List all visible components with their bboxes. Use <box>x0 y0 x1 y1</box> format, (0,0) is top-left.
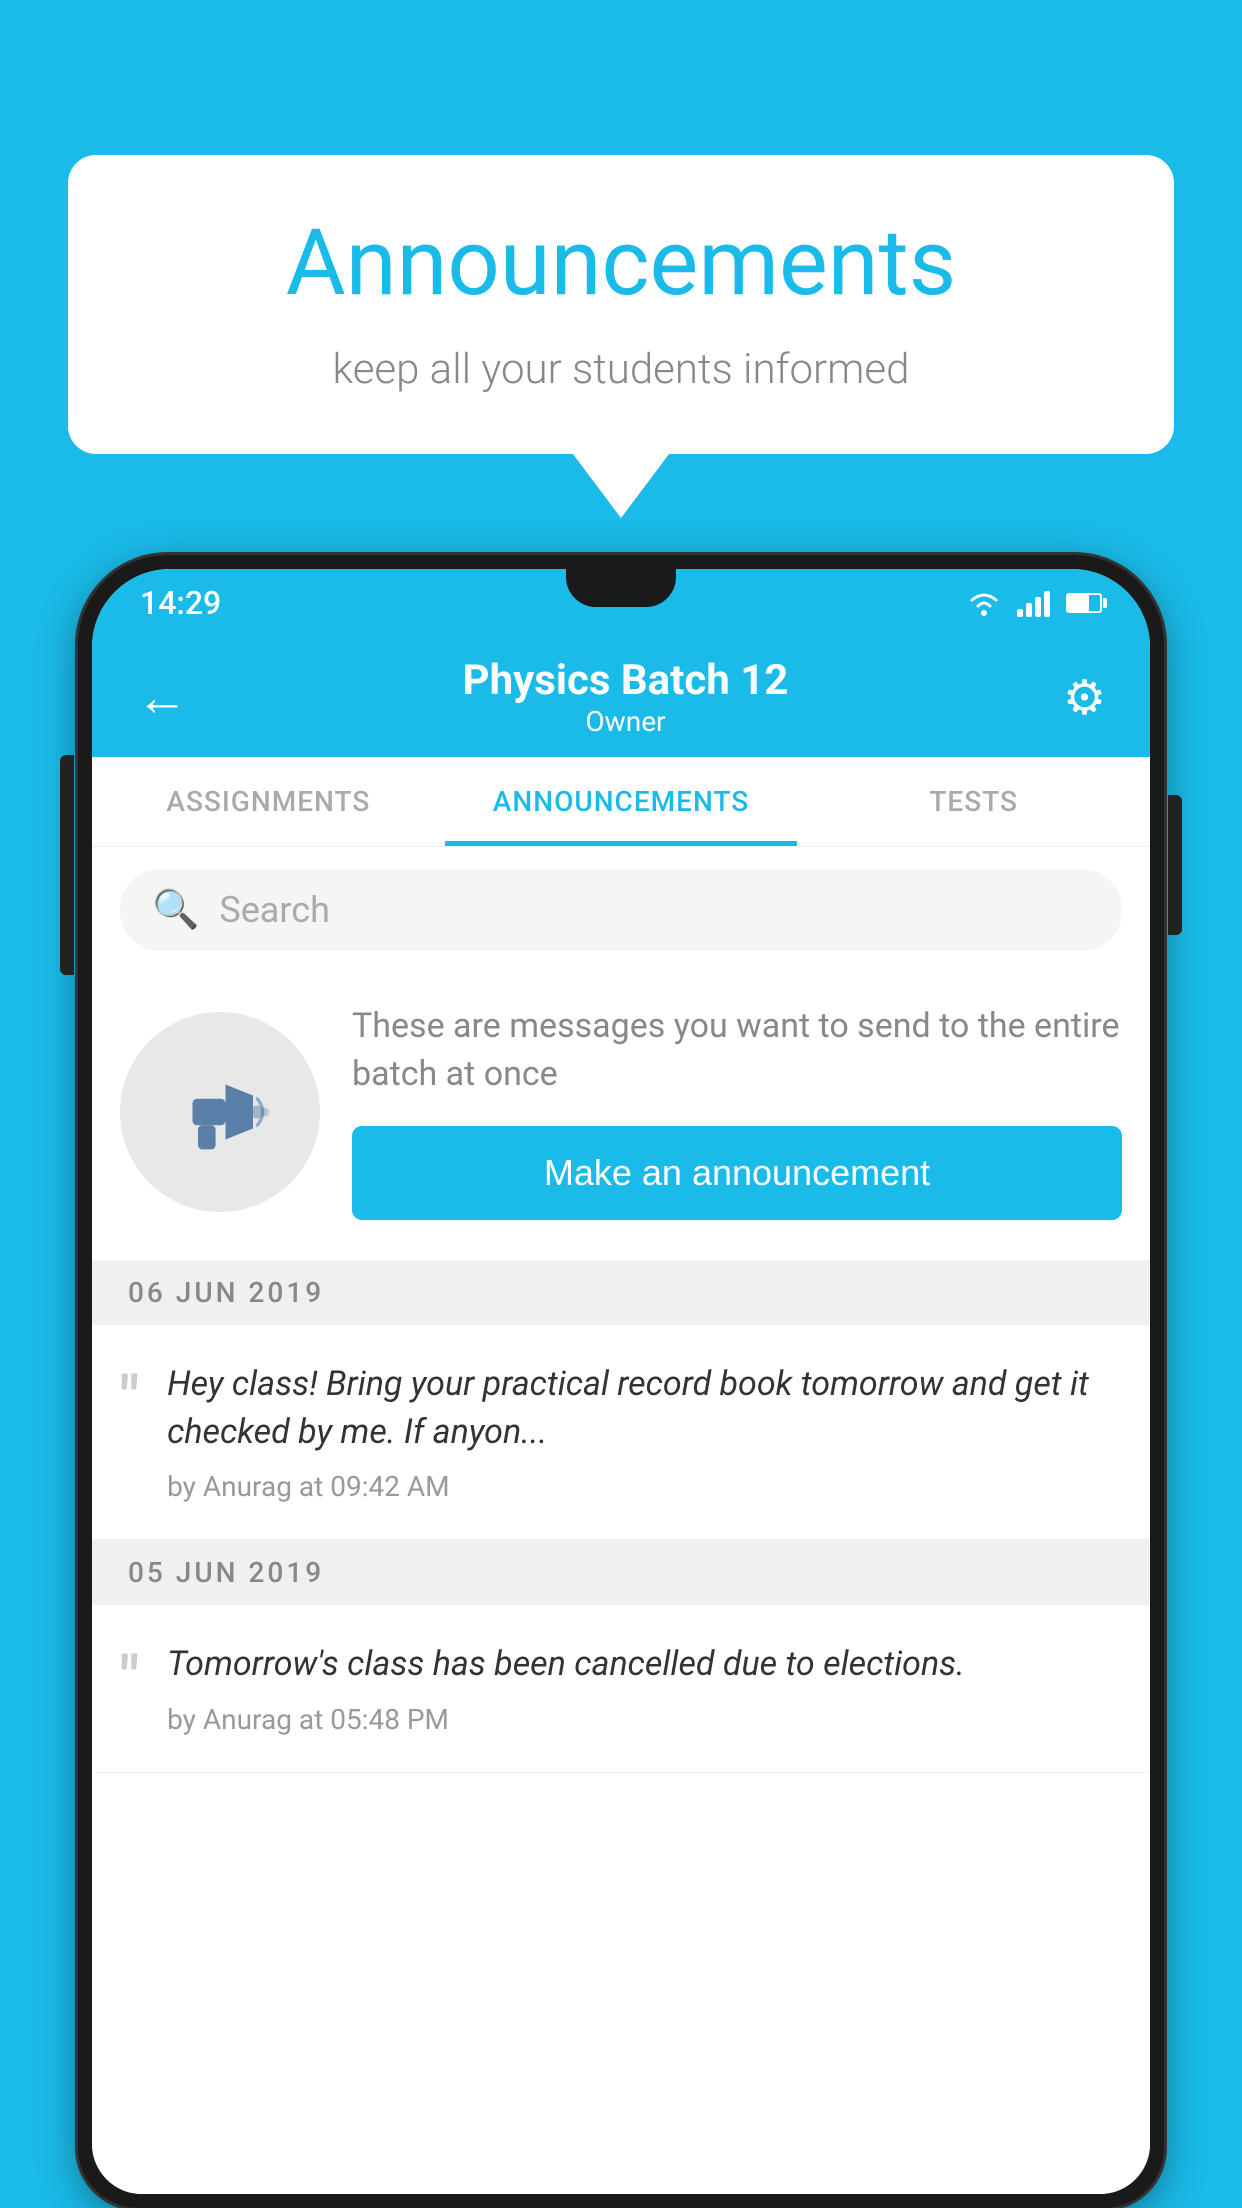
settings-button[interactable]: ⚙ <box>1063 669 1106 726</box>
announcement-prompt: These are messages you want to send to t… <box>92 973 1150 1260</box>
announcement-meta-2: by Anurag at 05:48 PM <box>167 1703 1114 1736</box>
quote-icon-2: " <box>120 1649 139 1709</box>
announcement-description: These are messages you want to send to t… <box>352 1003 1122 1098</box>
tab-announcements[interactable]: ANNOUNCEMENTS <box>445 757 798 846</box>
announcement-avatar <box>120 1012 320 1212</box>
status-icons <box>967 589 1102 617</box>
bubble-arrow <box>573 454 669 518</box>
announcement-right: These are messages you want to send to t… <box>352 1003 1122 1220</box>
search-placeholder: Search <box>219 889 330 931</box>
megaphone-icon <box>165 1057 275 1167</box>
announcement-item-1[interactable]: " Hey class! Bring your practical record… <box>92 1325 1150 1540</box>
date-separator-2: 05 JUN 2019 <box>92 1540 1150 1605</box>
nav-title: Physics Batch 12 <box>463 656 789 705</box>
signal-icon <box>1017 589 1050 617</box>
phone-screen: 14:29 <box>92 569 1150 2194</box>
tab-bar: ASSIGNMENTS ANNOUNCEMENTS TESTS <box>92 757 1150 847</box>
announcement-content-1: Hey class! Bring your practical record b… <box>167 1361 1114 1503</box>
nav-title-area: Physics Batch 12 Owner <box>463 656 789 738</box>
battery-icon <box>1066 593 1102 613</box>
announcement-item-2[interactable]: " Tomorrow's class has been cancelled du… <box>92 1605 1150 1773</box>
announcement-meta-1: by Anurag at 09:42 AM <box>167 1470 1114 1503</box>
speech-bubble-section: Announcements keep all your students inf… <box>68 155 1174 518</box>
announcement-content-2: Tomorrow's class has been cancelled due … <box>167 1641 1114 1736</box>
tab-assignments[interactable]: ASSIGNMENTS <box>92 757 445 846</box>
date-separator-1: 06 JUN 2019 <box>92 1260 1150 1325</box>
phone-frame: 14:29 <box>78 555 1164 2208</box>
nav-subtitle: Owner <box>463 705 789 738</box>
bubble-title: Announcements <box>128 210 1114 317</box>
status-time: 14:29 <box>140 584 221 622</box>
bubble-subtitle: keep all your students informed <box>128 345 1114 394</box>
speech-bubble: Announcements keep all your students inf… <box>68 155 1174 454</box>
back-button[interactable]: ← <box>136 667 188 728</box>
status-bar: 14:29 <box>92 569 1150 637</box>
content-area: 🔍 Search <box>92 847 1150 2194</box>
top-nav: ← Physics Batch 12 Owner ⚙ <box>92 637 1150 757</box>
search-icon: 🔍 <box>152 888 199 932</box>
wifi-icon <box>967 590 1001 616</box>
search-bar[interactable]: 🔍 Search <box>120 869 1122 951</box>
announcement-text-2: Tomorrow's class has been cancelled due … <box>167 1641 1114 1689</box>
notch <box>566 569 676 607</box>
quote-icon-1: " <box>120 1369 139 1429</box>
tab-tests[interactable]: TESTS <box>797 757 1150 846</box>
make-announcement-button[interactable]: Make an announcement <box>352 1126 1122 1220</box>
announcement-text-1: Hey class! Bring your practical record b… <box>167 1361 1114 1456</box>
